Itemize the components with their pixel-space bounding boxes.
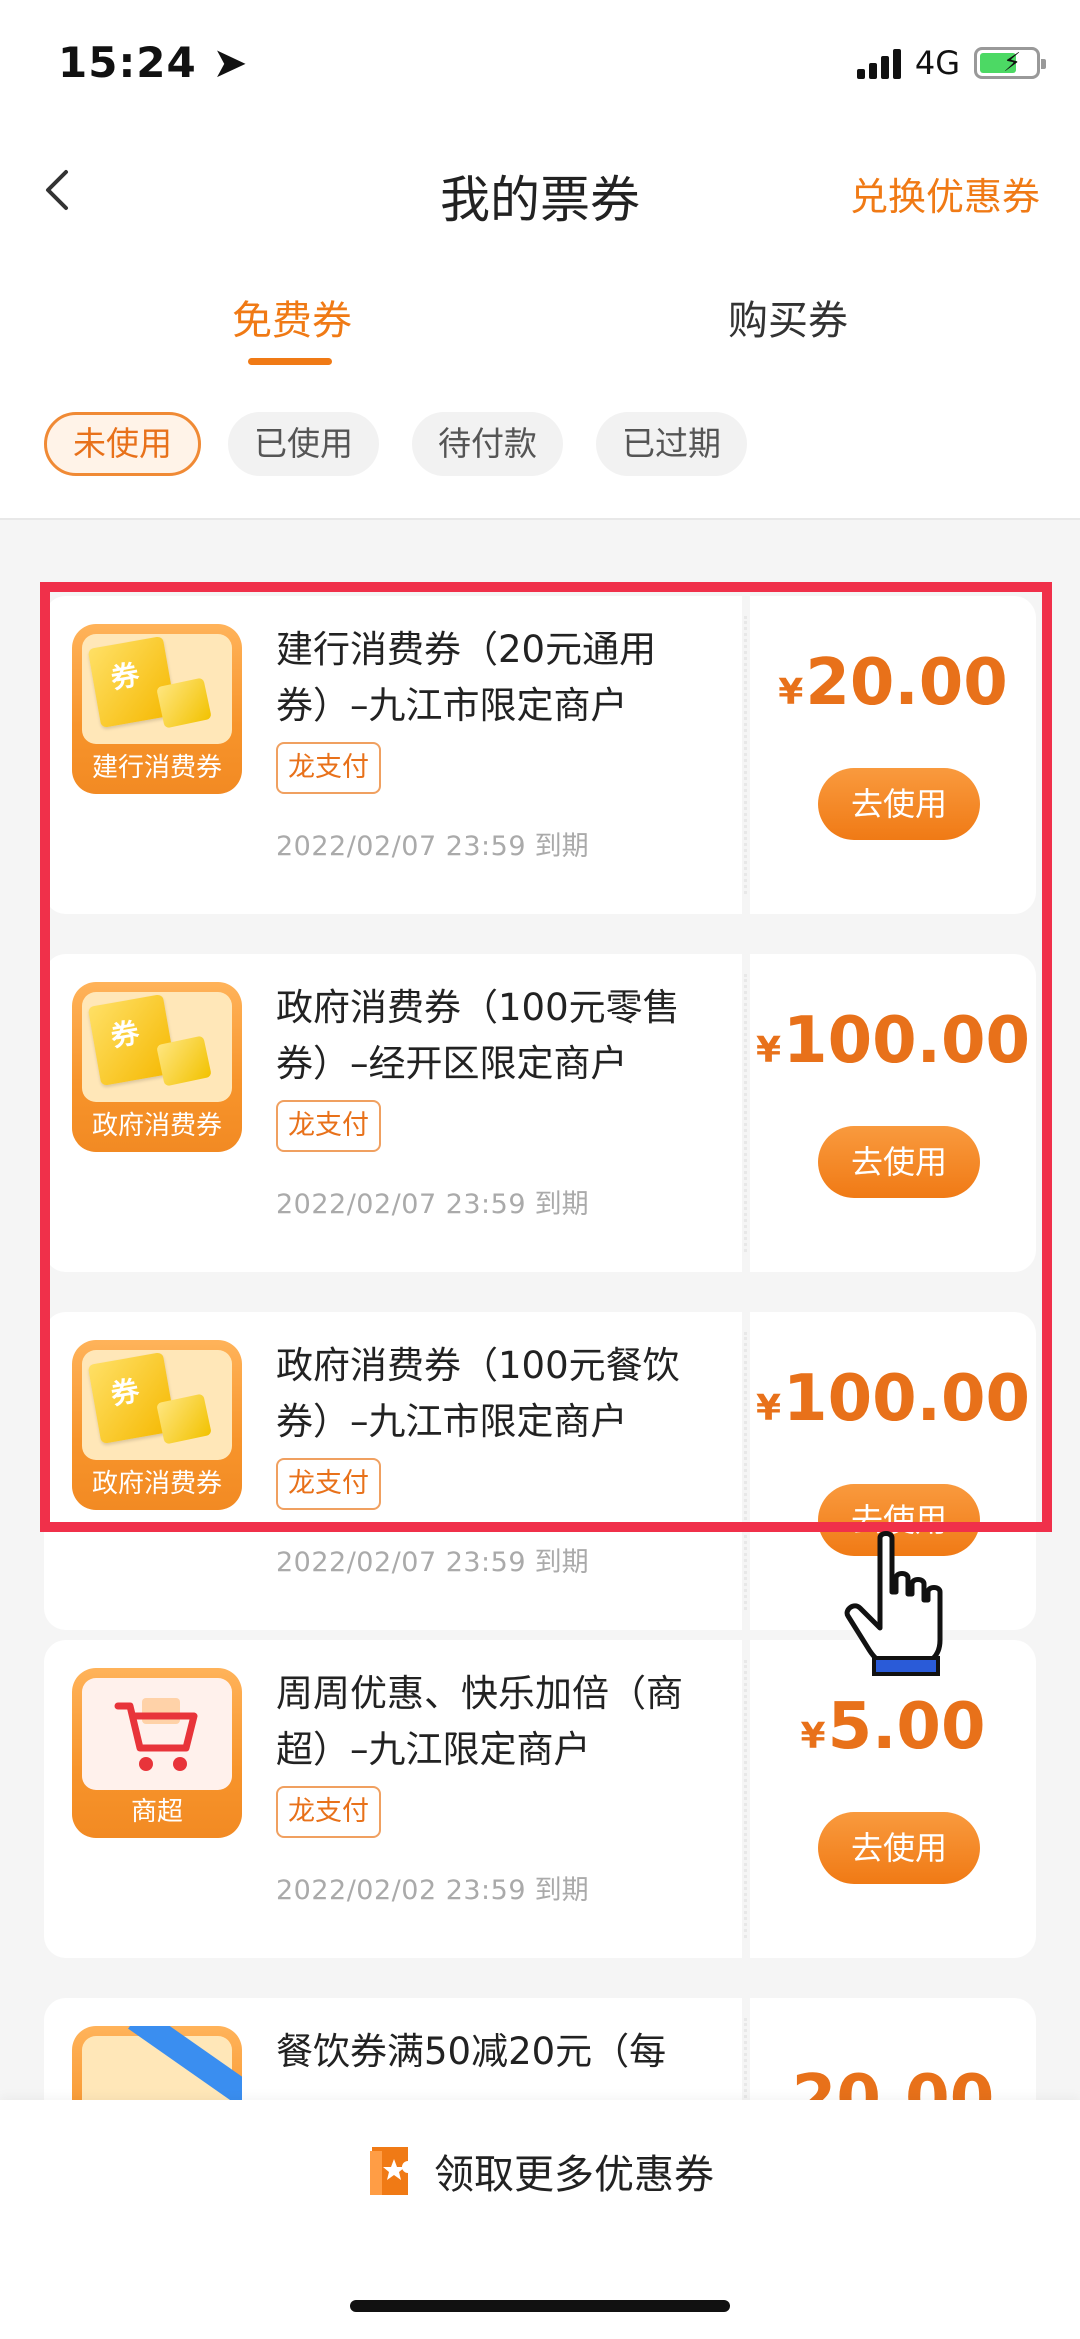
status-bar: 15:24 ➤ 4G ⚡	[0, 0, 1080, 130]
coupon-thumbnail: 券 建行消费券	[72, 624, 242, 794]
exchange-coupon-link[interactable]: 兑换优惠券	[850, 166, 1040, 221]
coupon-title: 周周优惠、快乐加倍（商超）–九江限定商户	[276, 1672, 683, 1771]
coupon-thumbnail: 商超	[72, 1668, 242, 1838]
use-coupon-button[interactable]: 去使用	[818, 1126, 980, 1198]
payment-tag: 龙支付	[276, 1100, 381, 1152]
coupon-list: 券 建行消费券 建行消费券（20元通用券）–九江市限定商户 龙支付 2022/0…	[0, 520, 1080, 2100]
get-more-coupons-button[interactable]: 领取更多优惠券	[0, 2142, 1080, 2200]
network-type: 4G	[914, 44, 960, 82]
coupon-title: 建行消费券（20元通用券）–九江市限定商户	[276, 628, 657, 727]
coupon-info[interactable]: 餐饮券满50减20元（每	[44, 1998, 742, 2100]
signal-icon	[856, 47, 901, 79]
filter-unused[interactable]: 未使用	[44, 412, 201, 476]
status-filter-bar: 未使用 已使用 待付款 已过期	[0, 380, 1080, 520]
coupon-card: 商超 周周优惠、快乐加倍（商超）–九江限定商户 龙支付 2022/02/02 2…	[44, 1640, 1036, 1958]
coupon-price: ¥20.00	[778, 646, 1008, 720]
card-divider	[744, 1660, 747, 1938]
coupon-thumbnail: 券 政府消费券	[72, 1340, 242, 1510]
use-coupon-button[interactable]: 去使用	[818, 768, 980, 840]
thumbnail-label: 商超	[130, 1797, 183, 1827]
hand-pointer-icon	[844, 1531, 943, 1676]
coupon-expiry: 2022/02/07 23:59 到期	[276, 831, 589, 862]
thumbnail-label: 政府消费券	[91, 1111, 222, 1141]
coupon-info[interactable]: 商超 周周优惠、快乐加倍（商超）–九江限定商户 龙支付 2022/02/02 2…	[44, 1640, 742, 1958]
use-coupon-button[interactable]: 去使用	[818, 1812, 980, 1884]
coupon-expiry: 2022/02/07 23:59 到期	[276, 1547, 589, 1578]
coupon-expiry: 2022/02/02 23:59 到期	[276, 1875, 589, 1906]
filter-expired[interactable]: 已过期	[596, 412, 747, 476]
card-divider	[744, 616, 747, 894]
coupon-action-area: 20.00	[750, 1998, 1036, 2100]
coupon-action-area: ¥5.00 去使用	[750, 1640, 1036, 1958]
coupon-card: 餐饮券满50减20元（每 20.00	[44, 1998, 1036, 2100]
coupon-info[interactable]: 券 政府消费券 政府消费券（100元零售券）–经开区限定商户 龙支付 2022/…	[44, 954, 742, 1272]
tab-purchased-coupons[interactable]: 购买券	[728, 288, 848, 346]
coupon-price: ¥100.00	[755, 1004, 1031, 1078]
filter-used[interactable]: 已使用	[228, 412, 379, 476]
card-divider	[744, 974, 747, 1252]
coupon-thumbnail	[72, 2026, 242, 2100]
active-tab-indicator	[248, 358, 332, 365]
thumbnail-label: 政府消费券	[91, 1469, 222, 1499]
status-time: 15:24 ➤	[58, 38, 249, 87]
coupon-card: 券 建行消费券 建行消费券（20元通用券）–九江市限定商户 龙支付 2022/0…	[44, 596, 1036, 914]
coupon-title: 政府消费券（100元零售券）–经开区限定商户	[276, 986, 680, 1085]
coupon-info[interactable]: 券 建行消费券 建行消费券（20元通用券）–九江市限定商户 龙支付 2022/0…	[44, 596, 742, 914]
coupon-card: 券 政府消费券 政府消费券（100元零售券）–经开区限定商户 龙支付 2022/…	[44, 954, 1036, 1272]
payment-tag: 龙支付	[276, 742, 381, 794]
battery-icon: ⚡	[974, 47, 1046, 79]
thumbnail-label: 建行消费券	[91, 753, 222, 783]
coupon-expiry: 2022/02/07 23:59 到期	[276, 1189, 589, 1220]
coupon-price: 20.00	[791, 2062, 995, 2100]
coupon-action-area: ¥100.00 去使用	[750, 954, 1036, 1272]
payment-tag: 龙支付	[276, 1458, 381, 1510]
coupon-title: 政府消费券（100元餐饮券）–九江市限定商户	[276, 1344, 680, 1443]
nav-header: 我的票券 兑换优惠券	[0, 130, 1080, 260]
payment-tag: 龙支付	[276, 1786, 381, 1838]
coupon-action-area: ¥20.00 去使用	[750, 596, 1036, 914]
coupon-price: ¥5.00	[800, 1690, 986, 1764]
coupon-info[interactable]: 券 政府消费券 政府消费券（100元餐饮券）–九江市限定商户 龙支付 2022/…	[44, 1312, 742, 1630]
coupon-price: ¥100.00	[755, 1362, 1031, 1436]
home-indicator[interactable]	[350, 2300, 730, 2312]
filter-pending-payment[interactable]: 待付款	[412, 412, 563, 476]
card-divider	[744, 1332, 747, 1610]
status-indicators: 4G ⚡	[856, 44, 1046, 82]
shopping-cart-icon	[114, 1698, 198, 1771]
bottom-bar: 领取更多优惠券	[0, 2100, 1080, 2339]
location-arrow-icon: ➤	[212, 38, 249, 87]
coupon-title: 餐饮券满50减20元（每	[276, 2030, 667, 2073]
coupon-type-tabs: 免费券 购买券	[0, 260, 1080, 380]
coupon-thumbnail: 券 政府消费券	[72, 982, 242, 1152]
coupon-ticket-icon	[370, 2147, 408, 2195]
tab-free-coupons[interactable]: 免费券	[232, 288, 352, 346]
card-divider	[744, 2018, 747, 2100]
get-more-coupons-label: 领取更多优惠券	[434, 2152, 714, 2198]
